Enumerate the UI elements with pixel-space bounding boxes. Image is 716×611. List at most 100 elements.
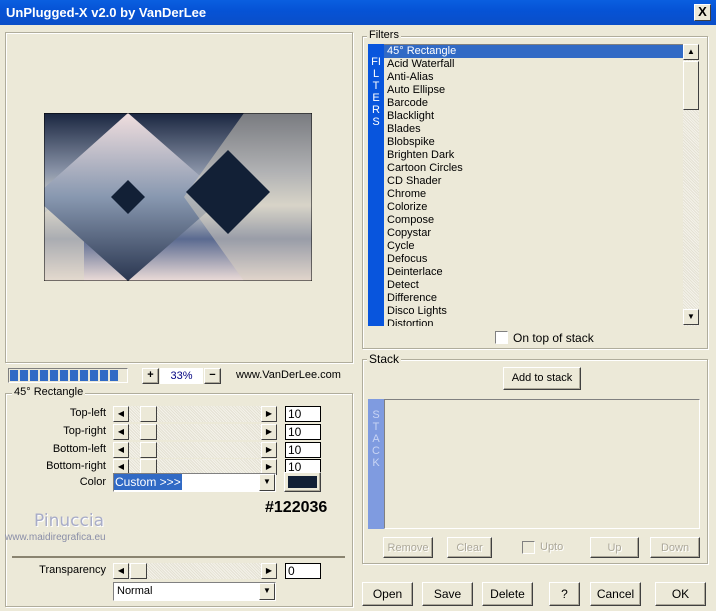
slider-label: Top-right bbox=[63, 425, 106, 437]
filters-title: Filters bbox=[367, 29, 401, 41]
zoom-out-button[interactable]: − bbox=[204, 368, 221, 384]
cancel-button[interactable]: Cancel bbox=[590, 582, 641, 606]
arrow-left-icon[interactable]: ◀ bbox=[113, 406, 129, 422]
filter-item[interactable]: Compose bbox=[384, 214, 684, 227]
progress-segment bbox=[80, 370, 88, 381]
slider-thumb[interactable] bbox=[140, 424, 157, 440]
slider-value-input[interactable]: 10 bbox=[285, 424, 321, 440]
filter-item[interactable]: Detect bbox=[384, 279, 684, 292]
open-button[interactable]: Open bbox=[362, 582, 413, 606]
upto-checkbox[interactable] bbox=[522, 541, 535, 554]
zoom-in-button[interactable]: + bbox=[142, 368, 159, 384]
transparency-input[interactable]: 0 bbox=[285, 563, 321, 579]
on-top-label: On top of stack bbox=[513, 331, 594, 345]
filter-item[interactable]: Blacklight bbox=[384, 110, 684, 123]
filters-scrollbar[interactable]: ▲ ▼ bbox=[683, 44, 699, 326]
watermark-site: www.maidiregrafica.eu bbox=[5, 532, 106, 543]
title-bar: UnPlugged-X v2.0 by VanDerLee bbox=[0, 0, 716, 25]
filter-item[interactable]: Disco Lights bbox=[384, 305, 684, 318]
scrollbar-thumb[interactable] bbox=[683, 61, 699, 110]
slider-0[interactable]: ◀ ▶ bbox=[113, 406, 277, 422]
slider-2[interactable]: ◀ ▶ bbox=[113, 442, 277, 458]
window-title: UnPlugged-X v2.0 by VanDerLee bbox=[6, 5, 207, 20]
chevron-down-icon[interactable]: ▼ bbox=[259, 474, 275, 491]
arrow-down-icon[interactable]: ▼ bbox=[683, 309, 699, 325]
slider-thumb[interactable] bbox=[130, 563, 147, 579]
filter-item[interactable]: Copystar bbox=[384, 227, 684, 240]
filter-item[interactable]: Difference bbox=[384, 292, 684, 305]
slider-thumb[interactable] bbox=[140, 406, 157, 422]
add-to-stack-button[interactable]: Add to stack bbox=[503, 367, 581, 390]
close-button[interactable]: X bbox=[694, 4, 711, 21]
upto-label: Upto bbox=[540, 541, 564, 553]
color-swatch bbox=[288, 476, 317, 488]
filter-item[interactable]: Blobspike bbox=[384, 136, 684, 149]
arrow-right-icon[interactable]: ▶ bbox=[261, 563, 277, 579]
slider-label: Bottom-right bbox=[46, 460, 106, 472]
progress-segment bbox=[50, 370, 58, 381]
settings-title: 45° Rectangle bbox=[12, 386, 86, 398]
arrow-left-icon[interactable]: ◀ bbox=[113, 442, 129, 458]
color-select-value: Custom >>> bbox=[114, 474, 182, 490]
slider-label: Bottom-left bbox=[52, 443, 106, 455]
color-hex-text: #122036 bbox=[265, 499, 328, 516]
preview-image[interactable] bbox=[44, 113, 312, 281]
filter-item[interactable]: Colorize bbox=[384, 201, 684, 214]
progress-segment bbox=[110, 370, 118, 381]
arrow-right-icon[interactable]: ▶ bbox=[261, 424, 277, 440]
clear-button[interactable]: Clear bbox=[447, 537, 492, 558]
color-select[interactable]: Custom >>> ▼ bbox=[113, 473, 276, 492]
filter-item[interactable]: Brighten Dark bbox=[384, 149, 684, 162]
progress-segment bbox=[60, 370, 68, 381]
filter-item[interactable]: Defocus bbox=[384, 253, 684, 266]
progress-segment bbox=[10, 370, 18, 381]
filter-item[interactable]: Blades bbox=[384, 123, 684, 136]
arrow-right-icon[interactable]: ▶ bbox=[261, 406, 277, 422]
filter-item[interactable]: Distortion bbox=[384, 318, 684, 326]
color-label: Color bbox=[79, 476, 106, 488]
slider-value-input[interactable]: 10 bbox=[285, 406, 321, 422]
arrow-right-icon[interactable]: ▶ bbox=[261, 442, 277, 458]
filter-item[interactable]: Anti-Alias bbox=[384, 71, 684, 84]
arrow-up-icon[interactable]: ▲ bbox=[683, 44, 699, 60]
slider-1[interactable]: ◀ ▶ bbox=[113, 424, 277, 440]
filter-item[interactable]: Acid Waterfall bbox=[384, 58, 684, 71]
filters-list[interactable]: JSON.parse(document.getElementById('page… bbox=[384, 44, 684, 326]
slider-value-input[interactable]: 10 bbox=[285, 442, 321, 458]
progress-segment bbox=[90, 370, 98, 381]
delete-button[interactable]: Delete bbox=[482, 582, 533, 606]
on-top-checkbox[interactable] bbox=[495, 331, 508, 344]
progress-segment bbox=[100, 370, 108, 381]
filter-item[interactable]: Cartoon Circles bbox=[384, 162, 684, 175]
filter-item[interactable]: Barcode bbox=[384, 97, 684, 110]
stack-list[interactable] bbox=[384, 399, 700, 529]
arrow-left-icon[interactable]: ◀ bbox=[113, 424, 129, 440]
filter-item[interactable]: 45° Rectangle bbox=[384, 45, 684, 58]
transparency-label: Transparency bbox=[39, 564, 106, 576]
arrow-left-icon[interactable]: ◀ bbox=[113, 563, 129, 579]
ok-button[interactable]: OK bbox=[655, 582, 706, 606]
website-link[interactable]: www.VanDerLee.com bbox=[236, 369, 341, 381]
progress-segment bbox=[20, 370, 28, 381]
filters-side-label: FILTERS bbox=[368, 44, 384, 326]
color-swatch-button[interactable] bbox=[284, 472, 321, 492]
blend-mode-value: Normal bbox=[117, 585, 153, 597]
slider-label: Top-left bbox=[69, 407, 106, 419]
chevron-down-icon[interactable]: ▼ bbox=[259, 583, 275, 600]
transparency-slider[interactable]: ◀ ▶ bbox=[113, 563, 277, 579]
down-button[interactable]: Down bbox=[650, 537, 700, 558]
filter-item[interactable]: CD Shader bbox=[384, 175, 684, 188]
filter-item[interactable]: Deinterlace bbox=[384, 266, 684, 279]
filter-item[interactable]: Auto Ellipse bbox=[384, 84, 684, 97]
watermark-name: Pinuccia bbox=[34, 511, 104, 531]
up-button[interactable]: Up bbox=[590, 537, 639, 558]
filter-item[interactable]: Chrome bbox=[384, 188, 684, 201]
remove-button[interactable]: Remove bbox=[383, 537, 433, 558]
save-button[interactable]: Save bbox=[422, 582, 473, 606]
progress-segment bbox=[30, 370, 38, 381]
help-button[interactable]: ? bbox=[549, 582, 580, 606]
slider-thumb[interactable] bbox=[140, 442, 157, 458]
filter-item[interactable]: Cycle bbox=[384, 240, 684, 253]
blend-mode-select[interactable]: Normal ▼ bbox=[113, 582, 276, 601]
zoom-level: 33% bbox=[160, 368, 203, 384]
